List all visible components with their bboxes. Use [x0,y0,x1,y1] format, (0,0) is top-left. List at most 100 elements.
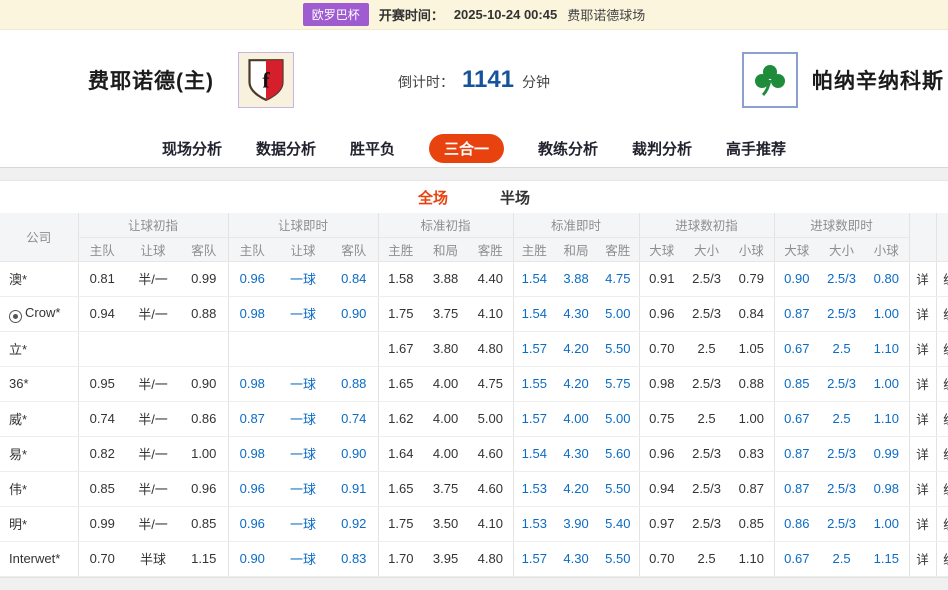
odds-cell: 一球 [276,471,330,506]
odds-cell: 3.80 [423,331,468,366]
odds-cell: 0.94 [639,471,684,506]
odds-cell: 0.87 [729,471,774,506]
odds-cell: 0.96 [228,506,276,541]
odds-cell: 0.96 [180,471,228,506]
detail-link[interactable]: 详 [909,541,936,576]
stats-column-header [936,213,948,261]
nav-tab-2[interactable]: 数据分析 [256,138,316,159]
odds-cell: 1.15 [864,541,909,576]
stats-link[interactable]: 统 [936,366,948,401]
odds-cell [126,331,180,366]
table-row: 36*0.95半/一0.900.98一球0.881.654.004.751.55… [0,366,948,401]
nav-tab-7[interactable]: 高手推荐 [726,138,786,159]
nav-tab-4[interactable]: 三合一 [429,134,504,163]
odds-cell: 2.5/3 [684,506,729,541]
company-cell: 易* [0,436,78,471]
nav-tab-1[interactable]: 现场分析 [162,138,222,159]
odds-cell: 2.5 [684,331,729,366]
countdown-value: 1141 [462,66,514,94]
odds-cell: 0.91 [330,471,378,506]
company-cell: Interwet* [0,541,78,576]
odds-cell: 0.97 [639,506,684,541]
nav-tab-3[interactable]: 胜平负 [350,138,395,159]
odds-cell: 半/一 [126,506,180,541]
nav-tab-5[interactable]: 教练分析 [538,138,598,159]
odds-cell: 0.84 [330,261,378,296]
odds-cell: 1.54 [513,436,555,471]
group-header-5: 进球数初指 [639,213,774,237]
tab-full-match[interactable]: 全场 [416,183,450,212]
odds-cell: 0.96 [639,436,684,471]
odds-cell: 0.90 [228,541,276,576]
odds-cell: 2.5 [684,401,729,436]
venue-name: 费耶诺德球场 [567,5,645,24]
detail-link[interactable]: 详 [909,506,936,541]
odds-cell: 1.75 [378,506,423,541]
odds-cell: 2.5/3 [819,261,864,296]
odds-cell: 0.94 [78,296,126,331]
odds-cell: 半/一 [126,261,180,296]
odds-cell [180,331,228,366]
detail-link[interactable]: 详 [909,436,936,471]
detail-link[interactable]: 详 [909,366,936,401]
nav-tab-6[interactable]: 裁判分析 [632,138,692,159]
odds-cell: 2.5 [684,541,729,576]
odds-cell: 0.81 [78,261,126,296]
odds-cell: 4.75 [597,261,639,296]
odds-cell: 0.87 [774,296,819,331]
sub-header: 让球 [126,237,180,261]
odds-cell: 0.87 [774,471,819,506]
company-cell: 明* [0,506,78,541]
group-header-4: 标准即时 [513,213,639,237]
odds-cell: 0.79 [729,261,774,296]
odds-cell: 1.00 [864,296,909,331]
odds-cell: 3.90 [555,506,597,541]
stats-link[interactable]: 统 [936,471,948,506]
stats-link[interactable]: 统 [936,296,948,331]
detail-link[interactable]: 详 [909,261,936,296]
odds-cell: 0.99 [78,506,126,541]
detail-link[interactable]: 详 [909,401,936,436]
odds-cell: 5.50 [597,331,639,366]
odds-cell: 0.90 [330,436,378,471]
odds-cell: 4.30 [555,296,597,331]
odds-cell: 0.88 [180,296,228,331]
odds-cell: 3.88 [423,261,468,296]
next-section-strip [0,577,948,590]
odds-cell: 0.96 [639,296,684,331]
crow-logo-icon [9,310,22,323]
odds-cell: 0.74 [330,401,378,436]
sub-header: 客队 [330,237,378,261]
detail-link[interactable]: 详 [909,296,936,331]
odds-cell: 2.5/3 [819,506,864,541]
odds-cell: 1.00 [864,506,909,541]
odds-cell: 2.5 [819,331,864,366]
odds-cell: 5.40 [597,506,639,541]
company-cell: 威* [0,401,78,436]
company-cell: 36* [0,366,78,401]
stats-link[interactable]: 统 [936,261,948,296]
company-cell: 澳* [0,261,78,296]
tab-half-match[interactable]: 半场 [498,183,532,212]
odds-cell [330,331,378,366]
sub-header: 主队 [228,237,276,261]
main-nav: 现场分析 数据分析 胜平负 三合一 教练分析 裁判分析 高手推荐 [0,130,948,168]
stats-link[interactable]: 统 [936,331,948,366]
detail-link[interactable]: 详 [909,471,936,506]
detail-link[interactable]: 详 [909,331,936,366]
odds-cell: 2.5/3 [684,471,729,506]
odds-cell: 一球 [276,296,330,331]
odds-cell: 1.57 [513,541,555,576]
odds-cell: 1.57 [513,331,555,366]
odds-cell: 3.75 [423,296,468,331]
odds-cell [276,331,330,366]
stats-link[interactable]: 统 [936,541,948,576]
stats-link[interactable]: 统 [936,436,948,471]
match-header: 费耶诺德(主) f 倒计时： 1141 分钟 帕纳辛纳科斯 [0,30,948,130]
stats-link[interactable]: 统 [936,401,948,436]
stats-link[interactable]: 统 [936,506,948,541]
odds-cell: 0.85 [78,471,126,506]
odds-cell: 4.80 [468,541,513,576]
league-badge[interactable]: 欧罗巴杯 [303,3,369,26]
countdown: 倒计时： 1141 分钟 [398,66,550,94]
